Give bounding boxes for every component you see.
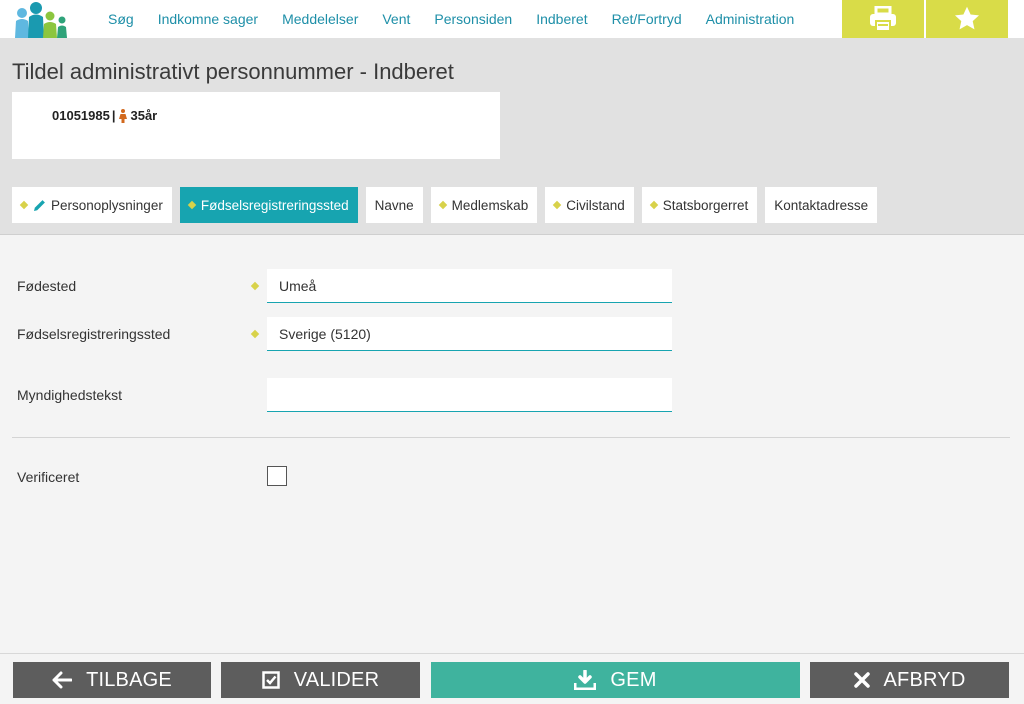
registreringssted-field[interactable] bbox=[267, 317, 672, 351]
cancel-button[interactable]: AFBRYD bbox=[810, 662, 1009, 698]
tab-civilstand[interactable]: Civilstand bbox=[545, 187, 634, 223]
nav-item-indberet[interactable]: Indberet bbox=[536, 11, 587, 27]
form-row-fodested: Fødested bbox=[0, 269, 1024, 303]
tab-label: Navne bbox=[374, 197, 414, 213]
person-separator: | bbox=[111, 108, 116, 123]
pencil-icon bbox=[34, 199, 45, 211]
tab-bar: Personoplysninger Fødselsregistreringsst… bbox=[12, 187, 885, 223]
printer-icon bbox=[870, 6, 896, 32]
tab-label: Kontaktadresse bbox=[774, 197, 869, 213]
tab-label: Civilstand bbox=[566, 197, 625, 213]
nav-item-vent[interactable]: Vent bbox=[382, 11, 410, 27]
nav-item-ret-fortryd[interactable]: Ret/Fortryd bbox=[612, 11, 682, 27]
form-divider bbox=[12, 437, 1010, 438]
fodested-label: Fødested bbox=[17, 278, 77, 294]
footer-action-bar: TILBAGE VALIDER GEM AFBRYD bbox=[0, 653, 1024, 704]
arrow-left-icon bbox=[52, 671, 73, 689]
tab-navne[interactable]: Navne bbox=[365, 187, 423, 223]
save-button[interactable]: GEM bbox=[431, 662, 800, 698]
logo-icon[interactable] bbox=[12, 2, 70, 38]
close-icon bbox=[853, 672, 870, 688]
validate-button-label: VALIDER bbox=[293, 668, 380, 691]
tab-label: Fødselsregistreringssted bbox=[200, 197, 349, 213]
person-age: 35år bbox=[130, 108, 158, 123]
fodested-field[interactable] bbox=[267, 269, 672, 303]
back-button[interactable]: TILBAGE bbox=[13, 662, 211, 698]
nav-item-personsiden[interactable]: Personsiden bbox=[434, 11, 512, 27]
tab-label: Medlemskab bbox=[451, 197, 529, 213]
nav-item-sog[interactable]: Søg bbox=[108, 11, 134, 27]
nav-item-indkomne-sager[interactable]: Indkomne sager bbox=[158, 11, 258, 27]
validate-button[interactable]: VALIDER bbox=[221, 662, 420, 698]
required-marker-icon bbox=[552, 200, 562, 210]
registreringssted-label: Fødselsregistreringssted bbox=[17, 326, 171, 342]
download-icon bbox=[574, 670, 597, 690]
person-cpr: 01051985 bbox=[52, 108, 110, 123]
verificeret-label: Verificeret bbox=[17, 469, 80, 485]
tab-label: Personoplysninger bbox=[51, 197, 163, 213]
required-marker-icon bbox=[649, 200, 658, 210]
tab-fodselsregistreringssted[interactable]: Fødselsregistreringssted bbox=[179, 187, 358, 223]
required-marker-icon bbox=[19, 200, 29, 210]
required-marker-icon bbox=[438, 200, 447, 210]
required-marker-icon bbox=[187, 200, 197, 210]
nav-item-meddelelser[interactable]: Meddelelser bbox=[282, 11, 358, 27]
tab-medlemskab[interactable]: Medlemskab bbox=[430, 187, 538, 223]
tab-statsborgerret[interactable]: Statsborgerret bbox=[641, 187, 758, 223]
tab-label: Statsborgerret bbox=[662, 197, 749, 213]
star-icon bbox=[954, 6, 980, 30]
myndighedstekst-label: Myndighedstekst bbox=[17, 387, 123, 403]
tab-kontaktadresse[interactable]: Kontaktadresse bbox=[765, 187, 878, 223]
form-row-myndighedstekst: Myndighedstekst bbox=[0, 378, 1024, 412]
nav-item-administration[interactable]: Administration bbox=[706, 11, 795, 27]
checkbox-checked-icon bbox=[261, 671, 280, 689]
cancel-button-label: AFBRYD bbox=[883, 668, 966, 691]
form-row-registreringssted: Fødselsregistreringssted bbox=[0, 317, 1024, 351]
person-card: 01051985 | 35år bbox=[12, 92, 500, 159]
tab-personoplysninger[interactable]: Personoplysninger bbox=[12, 187, 172, 223]
required-marker-icon bbox=[250, 281, 260, 291]
back-button-label: TILBAGE bbox=[86, 668, 172, 691]
header-band: Tildel administrativt personnummer - Ind… bbox=[0, 38, 1024, 235]
page-title: Tildel administrativt personnummer - Ind… bbox=[12, 59, 454, 84]
save-button-label: GEM bbox=[610, 668, 657, 691]
print-button[interactable] bbox=[842, 0, 924, 38]
person-summary: 01051985 | 35år bbox=[52, 108, 157, 123]
verificeret-checkbox[interactable] bbox=[267, 466, 287, 486]
favorite-button[interactable] bbox=[926, 0, 1008, 38]
main-nav: Søg Indkomne sager Meddelelser Vent Pers… bbox=[96, 0, 806, 38]
required-marker-icon bbox=[250, 329, 260, 339]
myndighedstekst-field[interactable] bbox=[267, 378, 672, 412]
female-person-icon bbox=[119, 108, 128, 123]
top-navigation-bar: Søg Indkomne sager Meddelelser Vent Pers… bbox=[0, 0, 1024, 38]
